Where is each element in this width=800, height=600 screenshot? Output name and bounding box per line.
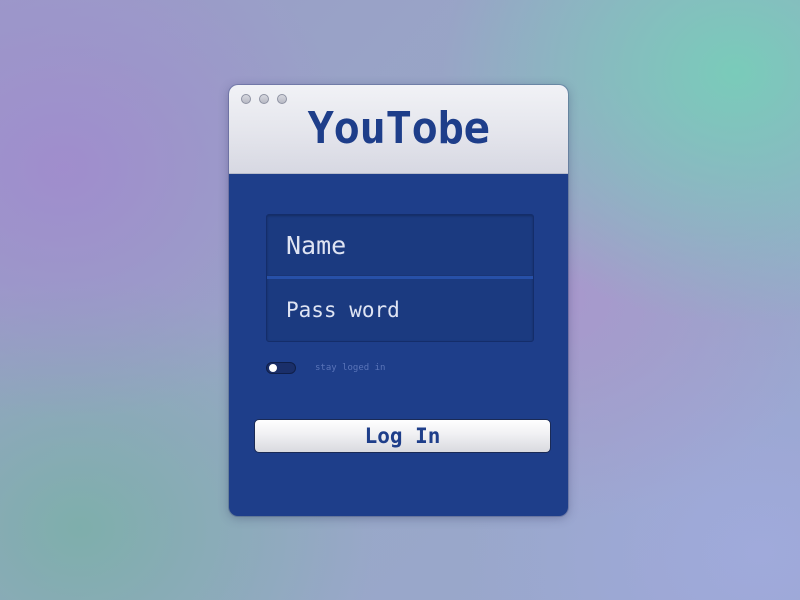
title-bar: YouTobe <box>229 85 568 174</box>
stay-logged-in-label: stay loged in <box>315 363 386 373</box>
app-title: YouTobe <box>307 103 490 154</box>
name-field[interactable] <box>267 215 533 276</box>
password-field[interactable] <box>267 278 533 341</box>
login-button[interactable]: Log In <box>254 419 551 453</box>
login-window: YouTobe stay loged in Log In <box>229 85 568 516</box>
toggle-knob <box>268 363 278 373</box>
credentials-group <box>266 214 534 342</box>
stay-logged-in-toggle[interactable] <box>266 362 296 374</box>
